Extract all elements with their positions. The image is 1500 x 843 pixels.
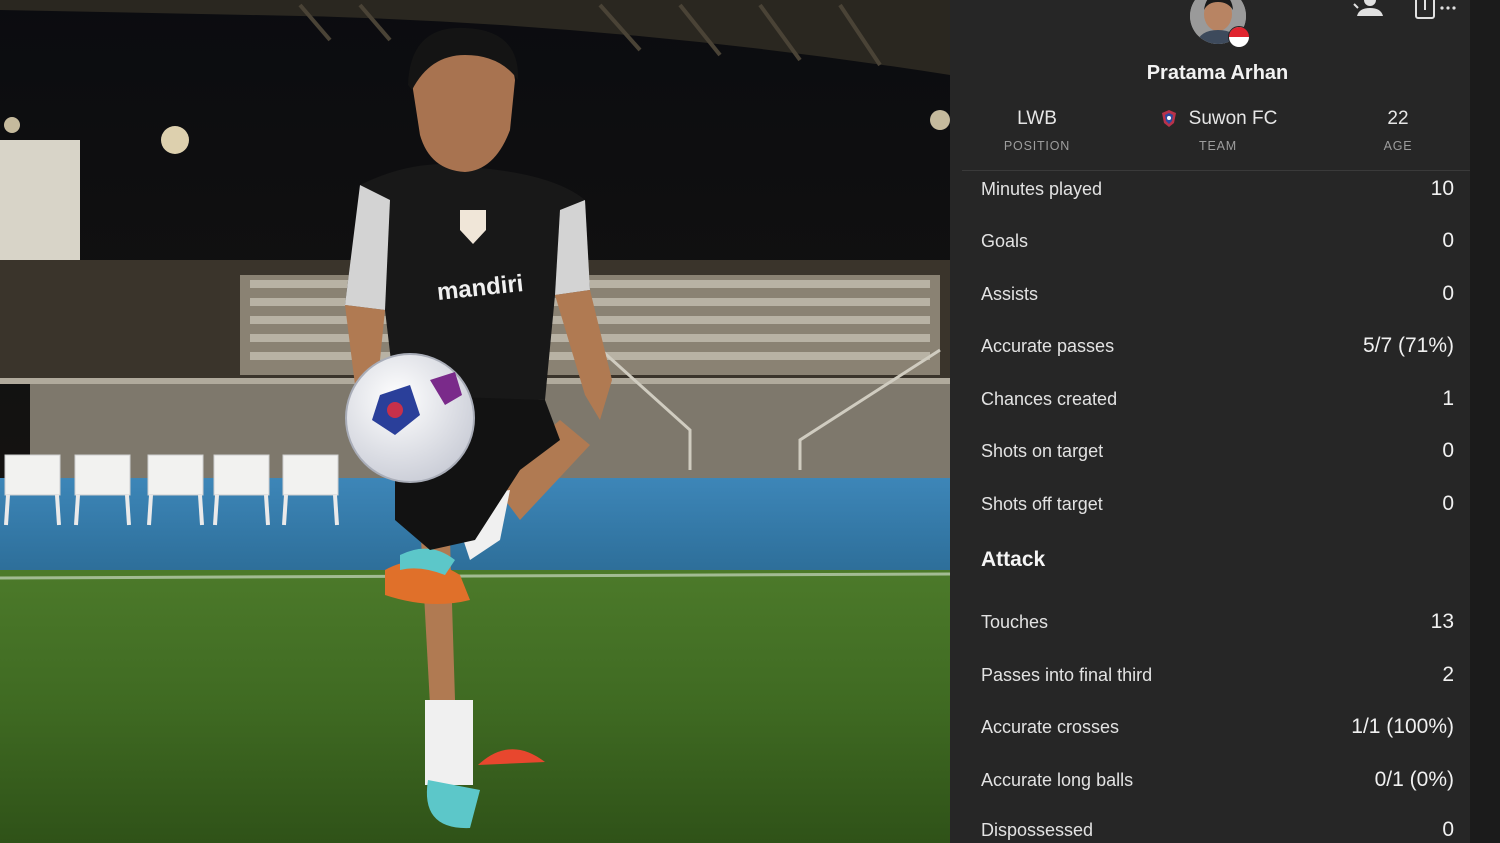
stat-row: Shots off target 0	[981, 489, 1454, 519]
player-stats-panel: Pratama Arhan LWB POSITION Suwon FC TEAM…	[950, 0, 1500, 843]
stat-row: Accurate passes 5/7 (71%)	[981, 331, 1454, 361]
stat-row: Accurate long balls 0/1 (0%)	[981, 765, 1454, 795]
stat-value: 1/1 (100%)	[1351, 715, 1454, 738]
stat-label: Accurate crosses	[981, 716, 1120, 737]
stat-row: Shots on target 0	[981, 436, 1454, 466]
stat-value: 0	[1442, 229, 1454, 252]
position-value: LWB	[1017, 108, 1057, 129]
stat-row: Passes into final third 2	[981, 660, 1454, 690]
age-value: 22	[1387, 108, 1409, 129]
stat-row: Accurate crosses 1/1 (100%)	[981, 712, 1454, 742]
team-label: TEAM	[1199, 139, 1237, 153]
stat-value: 2	[1442, 663, 1454, 686]
age-label: AGE	[1383, 139, 1413, 153]
stat-row: Assists 0	[981, 279, 1454, 309]
stat-value: 0/1 (0%)	[1374, 768, 1454, 791]
age-info: 22 AGE	[1308, 108, 1488, 153]
stadium-scene: mandiri	[0, 0, 950, 843]
stat-label: Dispossessed	[981, 819, 1094, 840]
divider	[962, 170, 1470, 171]
share-icon[interactable]	[1412, 0, 1462, 20]
stat-value: 10	[1430, 177, 1454, 200]
position-label: POSITION	[1003, 139, 1071, 153]
stat-value: 0	[1442, 439, 1454, 462]
stat-row: Minutes played 10	[981, 174, 1454, 204]
stat-row: Dispossessed 0	[981, 815, 1454, 843]
team-crest-icon	[1161, 110, 1176, 127]
player-photo: mandiri	[0, 0, 950, 843]
stat-label: Shots off target	[981, 493, 1103, 514]
stat-row: Goals 0	[981, 226, 1454, 256]
nationality-flag-icon	[1228, 26, 1250, 48]
stat-label: Accurate long balls	[981, 769, 1134, 790]
stat-label: Touches	[981, 611, 1049, 632]
stat-label: Goals	[981, 230, 1029, 251]
team-info[interactable]: Suwon FC TEAM	[1128, 108, 1308, 153]
stat-row: Touches 13	[981, 607, 1454, 637]
stat-label: Chances created	[981, 388, 1118, 409]
stat-value: 0	[1442, 282, 1454, 305]
stat-label: Assists	[981, 283, 1039, 304]
stat-label: Shots on target	[981, 440, 1104, 461]
position-info: LWB POSITION	[950, 108, 1127, 153]
stat-label: Accurate passes	[981, 335, 1115, 356]
stat-label: Minutes played	[981, 178, 1103, 199]
attack-section-title: Attack	[981, 548, 1046, 571]
stat-value: 1	[1442, 387, 1454, 410]
player-name: Pratama Arhan	[1146, 62, 1289, 84]
stat-row: Chances created 1	[981, 384, 1454, 414]
stat-value: 0	[1442, 492, 1454, 515]
stat-value: 5/7 (71%)	[1362, 334, 1454, 357]
stat-value: 0	[1442, 818, 1454, 841]
stat-value: 13	[1430, 610, 1454, 633]
team-name[interactable]: Suwon FC	[1189, 108, 1278, 130]
stat-label: Passes into final third	[981, 664, 1153, 685]
follow-user-icon[interactable]	[1350, 0, 1390, 20]
